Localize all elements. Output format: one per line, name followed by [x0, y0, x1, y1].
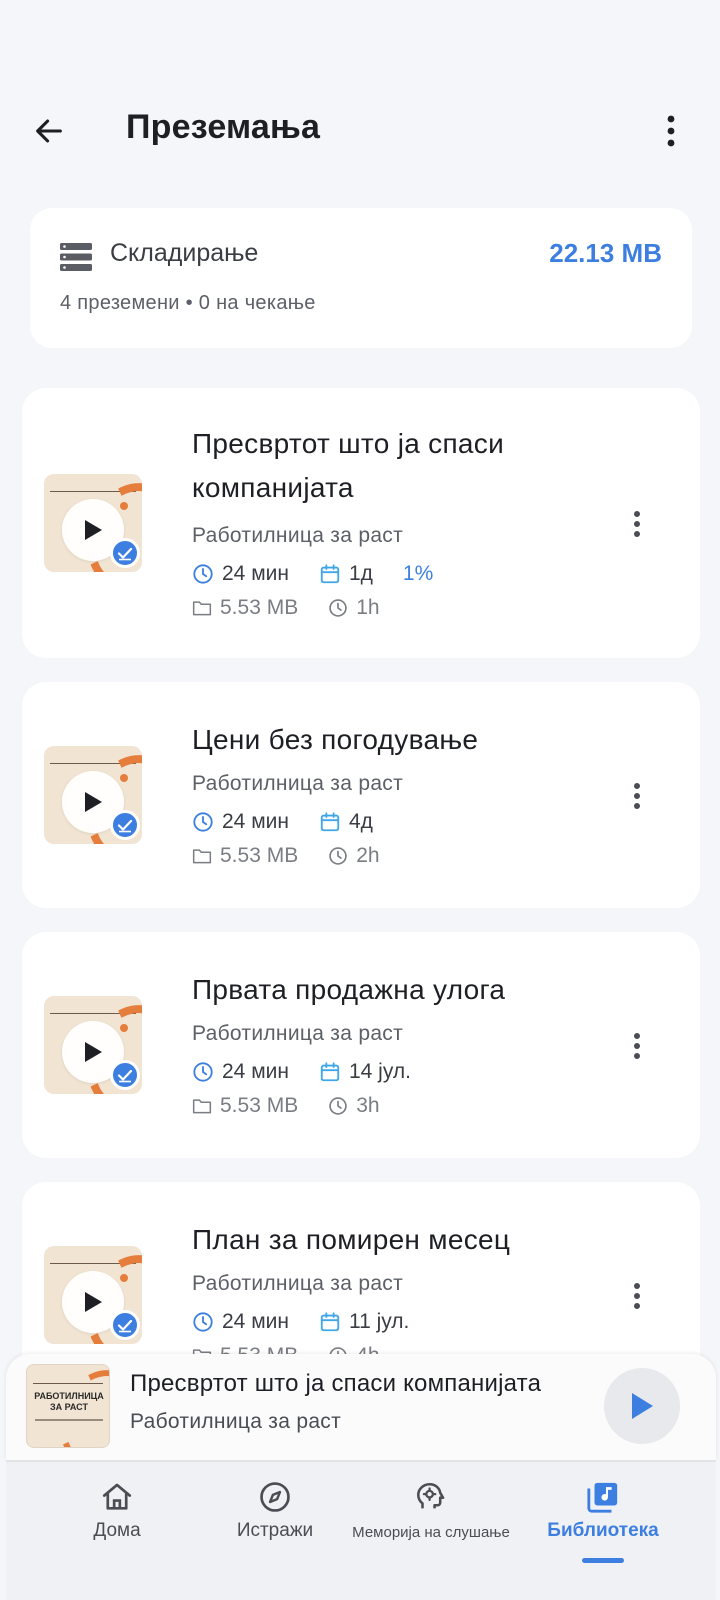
storage-card: Складирање 22.13 MB 4 преземени • 0 на ч… — [30, 208, 692, 348]
library-music-icon — [587, 1482, 618, 1513]
clock-icon — [193, 812, 213, 832]
episode-meta: 24 мин 14 јул. — [192, 1060, 441, 1084]
episode-meta: 24 мин 11 јул. — [192, 1310, 439, 1334]
check-icon — [117, 547, 133, 561]
calendar-icon — [320, 812, 340, 832]
episode-file-size: 5.53 MB — [220, 596, 299, 619]
nav-library[interactable]: Библиотека — [518, 1480, 688, 1542]
storage-label: Складирање — [110, 239, 259, 267]
episode-download-age: 2h — [356, 844, 380, 867]
episode-card[interactable]: Првата продажна улога Работилница за рас… — [22, 932, 700, 1158]
episode-title: План за помирен месец — [192, 1224, 511, 1255]
calendar-icon — [320, 1062, 340, 1082]
play-icon — [85, 1292, 102, 1312]
check-icon — [117, 1319, 133, 1333]
back-button[interactable] — [28, 110, 70, 152]
episode-more-button[interactable] — [622, 1026, 652, 1066]
more-vertical-icon — [634, 783, 640, 809]
nav-explore[interactable]: Истражи — [190, 1480, 360, 1542]
clock-icon — [329, 599, 347, 617]
downloaded-badge — [110, 810, 140, 840]
storage-icon — [60, 243, 92, 271]
more-vertical-icon — [634, 1283, 640, 1309]
clock-icon — [329, 847, 347, 865]
page-title: Преземања — [126, 108, 321, 146]
episode-date: 1д — [348, 562, 373, 585]
home-icon — [102, 1483, 132, 1510]
episode-duration: 24 мин — [222, 810, 289, 833]
downloaded-badge — [110, 1310, 140, 1340]
downloaded-badge — [110, 538, 140, 568]
arrow-left-icon — [36, 119, 62, 143]
nav-home-label: Дома — [93, 1520, 141, 1541]
mini-player-title: Пресвртот што ја спаси компанијата — [130, 1370, 542, 1397]
bottom-navigation: Дома Истражи Меморија на слушање Библиот… — [6, 1460, 716, 1600]
play-icon — [632, 1393, 653, 1419]
check-icon — [117, 819, 133, 833]
episode-file-meta: 5.53 MB 2h — [192, 844, 410, 868]
storage-size: 22.13 MB — [549, 238, 662, 268]
more-options-button[interactable] — [656, 110, 686, 152]
episode-download-age: 1h — [356, 596, 380, 619]
mini-player-play-button[interactable] — [604, 1368, 680, 1444]
active-tab-indicator — [582, 1558, 624, 1563]
episode-title: Првата продажна улога — [192, 974, 506, 1005]
clock-icon — [329, 1097, 347, 1115]
top-app-bar: Преземања — [0, 96, 720, 164]
mini-player-cover-text: РАБОТИЛНИЦА ЗА РАСТ — [34, 1391, 104, 1412]
folder-icon — [192, 849, 212, 864]
clock-icon — [193, 564, 213, 584]
nav-memory[interactable]: Меморија на слушање — [346, 1480, 516, 1541]
episode-date: 14 јул. — [348, 1060, 411, 1083]
nav-home[interactable]: Дома — [32, 1480, 202, 1542]
folder-icon — [192, 601, 212, 616]
compass-icon — [260, 1482, 290, 1512]
episode-file-meta: 5.53 MB 3h — [192, 1094, 410, 1118]
episode-more-button[interactable] — [622, 504, 652, 544]
nav-library-label: Библиотека — [547, 1520, 659, 1541]
more-vertical-icon — [667, 115, 675, 147]
episode-date: 11 јул. — [348, 1310, 410, 1333]
episode-file-meta: 5.53 MB 1h — [192, 596, 410, 620]
folder-icon — [192, 1099, 212, 1114]
episode-podcast: Работилница за раст — [192, 1272, 404, 1295]
episode-title: Пресвртот што ја спаси компанијата — [192, 428, 505, 503]
episode-date: 4д — [348, 810, 373, 833]
nav-memory-label: Меморија на слушање — [352, 1524, 510, 1541]
downloaded-badge — [110, 1060, 140, 1090]
episode-meta: 24 мин 1д 1% — [192, 562, 463, 586]
episode-more-button[interactable] — [622, 776, 652, 816]
episode-file-size: 5.53 MB — [220, 844, 299, 867]
more-vertical-icon — [634, 1033, 640, 1059]
episode-more-button[interactable] — [622, 1276, 652, 1316]
play-icon — [85, 792, 102, 812]
episode-podcast: Работилница за раст — [192, 524, 404, 547]
mini-player[interactable]: РАБОТИЛНИЦА ЗА РАСТ Пресвртот што ја спа… — [6, 1354, 716, 1460]
episode-file-size: 5.53 MB — [220, 1094, 299, 1117]
episode-duration: 24 мин — [222, 1060, 289, 1083]
episode-download-age: 3h — [356, 1094, 380, 1117]
episode-meta: 24 мин 4д — [192, 810, 403, 834]
clock-icon — [193, 1312, 213, 1332]
episode-duration: 24 мин — [222, 1310, 289, 1333]
play-icon — [85, 1042, 102, 1062]
episode-progress: 1% — [402, 562, 434, 585]
more-vertical-icon — [634, 511, 640, 537]
brain-settings-icon — [416, 1482, 445, 1509]
episode-podcast: Работилница за раст — [192, 772, 404, 795]
episode-duration: 24 мин — [222, 562, 289, 585]
nav-explore-label: Истражи — [236, 1520, 314, 1541]
clock-icon — [193, 1062, 213, 1082]
calendar-icon — [320, 1312, 340, 1332]
mini-player-cover: РАБОТИЛНИЦА ЗА РАСТ — [26, 1364, 110, 1448]
episode-card[interactable]: Цени без погодување Работилница за раст … — [22, 682, 700, 908]
mini-player-podcast: Работилница за раст — [130, 1410, 342, 1433]
episode-title: Цени без погодување — [192, 724, 479, 755]
episode-podcast: Работилница за раст — [192, 1022, 404, 1045]
play-icon — [85, 520, 102, 540]
episode-card[interactable]: Пресвртот што ја спаси компанијата Работ… — [22, 388, 700, 658]
calendar-icon — [320, 564, 340, 584]
check-icon — [117, 1069, 133, 1083]
storage-summary: 4 преземени • 0 на чекање — [60, 292, 316, 314]
